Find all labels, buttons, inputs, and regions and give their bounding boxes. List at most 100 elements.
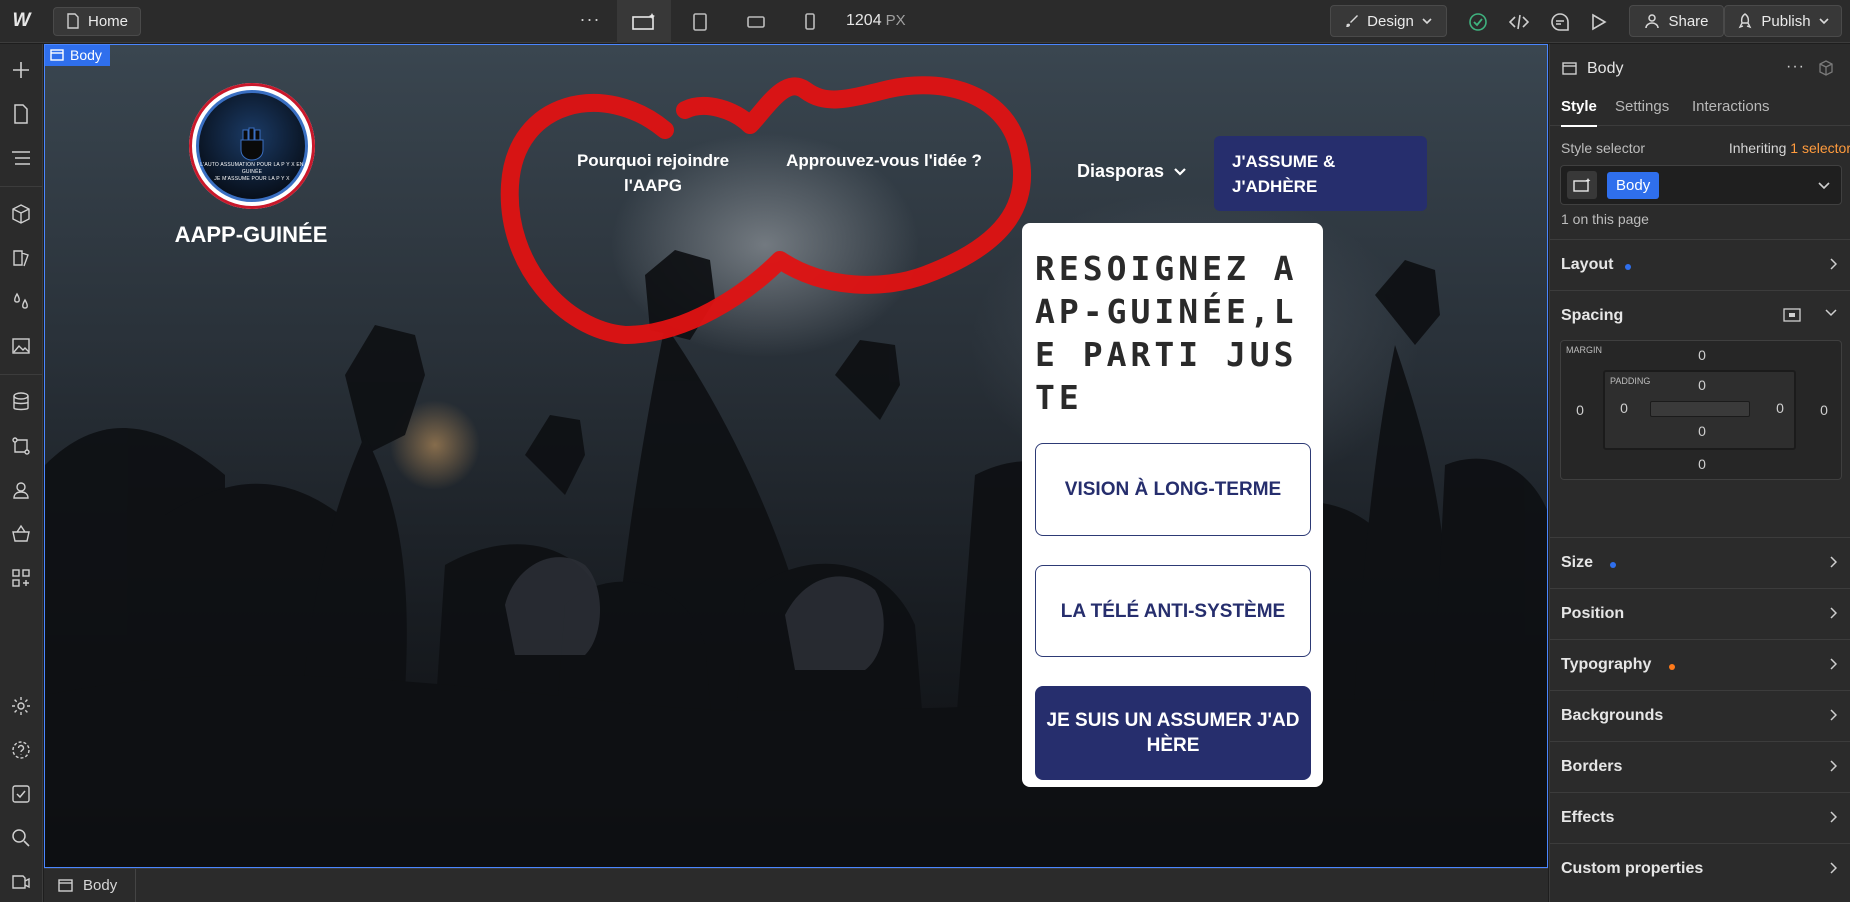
padding-label: PADDING bbox=[1610, 376, 1651, 386]
chevron-right-icon bbox=[1830, 811, 1837, 823]
pages-icon[interactable] bbox=[9, 102, 33, 126]
page-switcher-button[interactable]: Home bbox=[53, 6, 142, 36]
margin-label: MARGIN bbox=[1566, 345, 1602, 355]
apps-icon[interactable] bbox=[9, 566, 33, 590]
adhere-button[interactable]: JE SUIS UN ASSUMER J'ADHÈRE bbox=[1035, 686, 1311, 780]
panel-tabs: Style Settings Interactions bbox=[1550, 93, 1850, 127]
breakpoint-portrait-button[interactable] bbox=[783, 0, 837, 43]
section-typography[interactable]: Typography bbox=[1550, 639, 1850, 690]
chevron-right-icon bbox=[1830, 709, 1837, 721]
code-icon[interactable] bbox=[1507, 10, 1531, 34]
brush-icon bbox=[1346, 15, 1359, 27]
selector-state-icon[interactable] bbox=[1567, 171, 1597, 199]
webflow-designer: W Home ··· 1204 PX Design Share Publish … bbox=[0, 0, 1850, 902]
selected-element-label: Body bbox=[70, 47, 102, 63]
audit-checkbox-icon[interactable] bbox=[9, 782, 33, 806]
logic-icon[interactable] bbox=[9, 434, 33, 458]
add-elements-icon[interactable] bbox=[9, 58, 33, 82]
selector-chip-body[interactable]: Body bbox=[1607, 172, 1660, 199]
red-annotation-scribble bbox=[500, 76, 1032, 344]
share-button[interactable]: Share bbox=[1629, 5, 1724, 37]
component-cube-icon[interactable] bbox=[1818, 60, 1834, 76]
cms-database-icon[interactable] bbox=[9, 390, 33, 414]
check-status-icon[interactable] bbox=[1466, 10, 1490, 34]
chevron-down-icon bbox=[1819, 18, 1829, 25]
search-icon[interactable] bbox=[9, 826, 33, 850]
breadcrumb-item-body[interactable]: Body bbox=[44, 868, 137, 902]
section-layout[interactable]: Layout bbox=[1550, 239, 1850, 290]
toolbar-divider bbox=[0, 374, 43, 375]
site-logo[interactable]: L'AUTO ASSUMATION POUR LA P Y X EN GUINÉ… bbox=[189, 83, 315, 209]
section-borders[interactable]: Borders bbox=[1550, 741, 1850, 792]
mobile-portrait-icon bbox=[805, 12, 815, 30]
top-toolbar: W Home ··· 1204 PX Design Share Publish bbox=[0, 0, 1850, 43]
panel-element-name: Body bbox=[1587, 59, 1624, 77]
publish-button[interactable]: Publish bbox=[1724, 5, 1842, 37]
style-selectors-icon[interactable] bbox=[9, 246, 33, 270]
breadcrumb-label: Body bbox=[83, 877, 118, 894]
site-brand-name[interactable]: AAPP-GUINÉE bbox=[171, 222, 331, 248]
design-mode-label: Design bbox=[1367, 12, 1414, 30]
vision-button[interactable]: VISION À LONG-TERME bbox=[1035, 443, 1311, 536]
design-mode-button[interactable]: Design bbox=[1330, 5, 1447, 37]
more-options-icon[interactable]: ··· bbox=[578, 9, 602, 30]
spacing-preset-icon[interactable] bbox=[1782, 307, 1802, 323]
toolbar-divider bbox=[0, 186, 43, 187]
padding-bottom-value[interactable]: 0 bbox=[1692, 423, 1712, 439]
inheriting-info[interactable]: Inheriting 1 selector bbox=[1729, 140, 1850, 156]
raised-fist-icon bbox=[240, 127, 264, 161]
section-effects[interactable]: Effects bbox=[1550, 792, 1850, 843]
nav-link-pourquoi[interactable]: Pourquoi rejoindre l'AAPG bbox=[553, 148, 753, 198]
padding-left-value[interactable]: 0 bbox=[1614, 400, 1634, 416]
video-tutorials-icon[interactable] bbox=[9, 870, 33, 894]
canvas-width-readout[interactable]: 1204 PX bbox=[846, 12, 906, 30]
breakpoint-tablet-button[interactable] bbox=[673, 0, 727, 43]
webflow-logo-icon[interactable]: W bbox=[0, 0, 43, 43]
design-canvas[interactable]: Body L'AUTO ASSUMATION POUR LA P Y X EN … bbox=[44, 44, 1548, 868]
preview-play-icon[interactable] bbox=[1586, 10, 1610, 34]
section-position[interactable]: Position bbox=[1550, 588, 1850, 639]
chevron-down-icon[interactable] bbox=[1817, 176, 1831, 194]
margin-bottom-value[interactable]: 0 bbox=[1692, 456, 1712, 472]
panel-more-icon[interactable]: ··· bbox=[1786, 58, 1805, 76]
breakpoint-desktop-button[interactable] bbox=[617, 0, 671, 43]
tab-interactions[interactable]: Interactions bbox=[1692, 98, 1770, 115]
padding-top-value[interactable]: 0 bbox=[1692, 377, 1712, 393]
style-selector-input[interactable]: Body bbox=[1560, 165, 1842, 205]
section-custom-properties[interactable]: Custom properties bbox=[1550, 843, 1850, 894]
comment-icon[interactable] bbox=[1548, 10, 1572, 34]
margin-right-value[interactable]: 0 bbox=[1814, 402, 1834, 418]
users-icon[interactable] bbox=[9, 478, 33, 502]
components-icon[interactable] bbox=[9, 202, 33, 226]
tele-anti-systeme-button[interactable]: LA TÉLÉ ANTI-SYSTÈME bbox=[1035, 565, 1311, 657]
chevron-right-icon bbox=[1830, 607, 1837, 619]
nav-dropdown-diasporas[interactable]: Diasporas bbox=[1077, 161, 1186, 182]
nav-cta-button[interactable]: J'ASSUME & J'ADHÈRE bbox=[1214, 136, 1427, 211]
selected-element-tag[interactable]: Body bbox=[45, 45, 110, 66]
chevron-right-icon bbox=[1830, 658, 1837, 670]
style-selector-row: Style selector Inheriting 1 selector bbox=[1561, 140, 1850, 156]
style-panel: Body ··· Style Settings Interactions Sty… bbox=[1549, 44, 1850, 902]
tab-settings[interactable]: Settings bbox=[1615, 98, 1669, 115]
logo-text-line-2: JE M'ASSUME POUR LA P Y X bbox=[214, 176, 290, 182]
body-box-icon bbox=[58, 879, 73, 892]
settings-gear-icon[interactable] bbox=[9, 694, 33, 718]
help-icon[interactable] bbox=[9, 738, 33, 762]
breakpoint-landscape-button[interactable] bbox=[729, 0, 783, 43]
content-box bbox=[1650, 401, 1750, 417]
ecommerce-basket-icon[interactable] bbox=[9, 522, 33, 546]
variables-icon[interactable] bbox=[9, 290, 33, 314]
nav-link-approuvez[interactable]: Approuvez-vous l'idée ? bbox=[785, 148, 983, 173]
assets-icon[interactable] bbox=[9, 334, 33, 358]
page-icon bbox=[67, 13, 79, 29]
chevron-down-icon[interactable] bbox=[1825, 309, 1837, 317]
margin-left-value[interactable]: 0 bbox=[1570, 402, 1590, 418]
section-size[interactable]: Size bbox=[1550, 537, 1850, 588]
padding-right-value[interactable]: 0 bbox=[1770, 400, 1790, 416]
tab-style[interactable]: Style bbox=[1561, 98, 1597, 127]
share-label: Share bbox=[1668, 12, 1709, 30]
section-backgrounds[interactable]: Backgrounds bbox=[1550, 690, 1850, 741]
page-name: Home bbox=[88, 12, 129, 30]
margin-top-value[interactable]: 0 bbox=[1692, 347, 1712, 363]
navigator-icon[interactable] bbox=[9, 146, 33, 170]
